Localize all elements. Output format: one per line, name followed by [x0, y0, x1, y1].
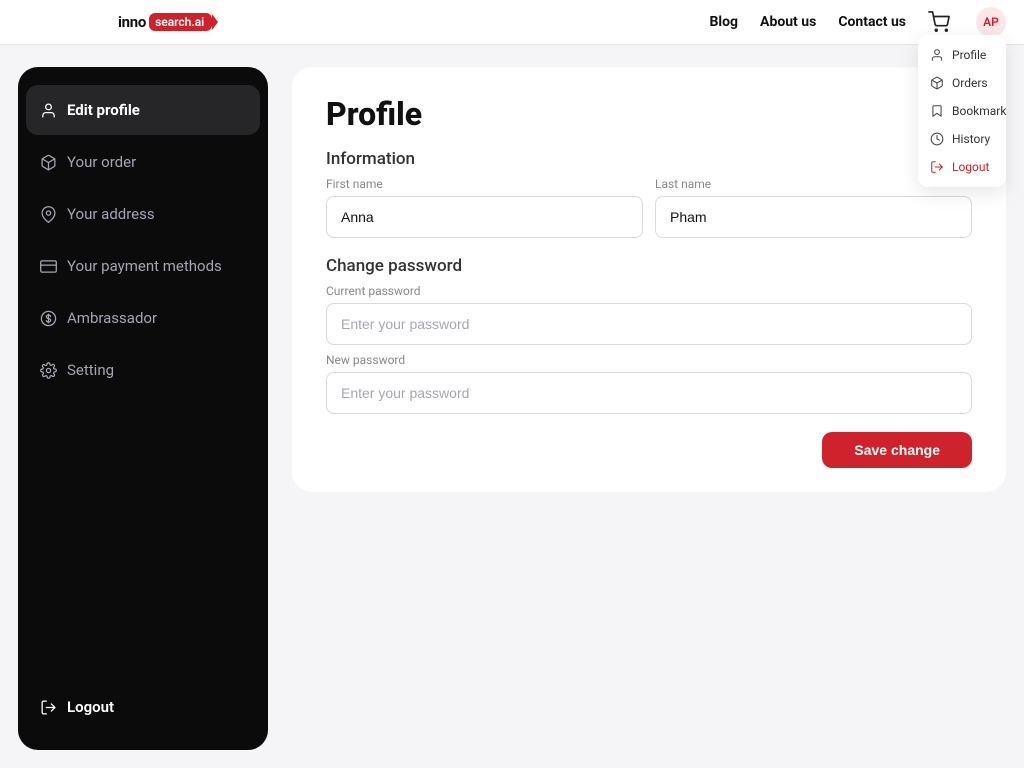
top-nav: Blog About us Contact us AP: [709, 7, 1006, 37]
section-information: Information: [326, 149, 972, 169]
dropdown-label: Profile: [952, 48, 986, 62]
dropdown-history[interactable]: History: [918, 125, 1006, 153]
dropdown-label: Logout: [952, 160, 989, 174]
sidebar-item-label: Setting: [67, 361, 114, 379]
name-row: First name Last name: [326, 177, 972, 238]
dropdown-orders[interactable]: Orders: [918, 69, 1006, 97]
sidebar-item-label: Your address: [67, 205, 155, 223]
sidebar-item-label: Logout: [67, 698, 114, 716]
sidebar-item-logout[interactable]: Logout: [26, 682, 260, 732]
new-password-input[interactable]: [326, 372, 972, 414]
page-title: Profile: [326, 95, 972, 133]
dropdown-profile[interactable]: Profile: [918, 41, 1006, 69]
nav-about[interactable]: About us: [760, 14, 816, 30]
sidebar-item-payment[interactable]: Your payment methods: [26, 241, 260, 291]
new-password-field: New password: [326, 353, 972, 414]
sidebar-item-label: Edit profile: [67, 101, 140, 119]
last-name-input[interactable]: [655, 196, 972, 238]
avatar[interactable]: AP: [976, 7, 1006, 37]
gear-icon: [40, 362, 57, 379]
dropdown-label: Bookmark: [952, 104, 1006, 118]
dropdown-label: History: [952, 132, 990, 146]
sidebar-list: Edit profile Your order Your address You…: [26, 85, 260, 395]
sidebar-item-edit-profile[interactable]: Edit profile: [26, 85, 260, 135]
nav-contact[interactable]: Contact us: [838, 14, 906, 30]
credit-card-icon: [40, 258, 57, 275]
sidebar-item-your-address[interactable]: Your address: [26, 189, 260, 239]
logo[interactable]: inno search.ai: [118, 13, 212, 31]
first-name-input[interactable]: [326, 196, 643, 238]
sidebar-item-label: Ambrassador: [67, 309, 157, 327]
dollar-icon: [40, 310, 57, 327]
save-button[interactable]: Save change: [822, 432, 972, 468]
sidebar: Edit profile Your order Your address You…: [18, 67, 268, 750]
current-password-field: Current password: [326, 284, 972, 345]
box-icon: [930, 76, 944, 90]
logo-prefix: inno: [118, 13, 146, 31]
sidebar-item-label: Your payment methods: [67, 257, 222, 275]
first-name-label: First name: [326, 177, 643, 191]
first-name-field: First name: [326, 177, 643, 238]
sidebar-item-ambassador[interactable]: Ambrassador: [26, 293, 260, 343]
bookmark-icon: [930, 104, 944, 118]
new-password-label: New password: [326, 353, 972, 367]
box-icon: [40, 154, 57, 171]
user-icon: [930, 48, 944, 62]
nav-blog[interactable]: Blog: [709, 14, 738, 30]
actions-row: Save change: [326, 432, 972, 468]
logo-badge: search.ai: [149, 13, 212, 31]
map-pin-icon: [40, 206, 57, 223]
dropdown-logout[interactable]: Logout: [918, 153, 1006, 181]
sidebar-item-label: Your order: [67, 153, 136, 171]
cart-icon[interactable]: [928, 11, 950, 33]
clock-icon: [930, 132, 944, 146]
logout-icon: [930, 160, 944, 174]
profile-card: Profile Information First name Last name…: [292, 67, 1006, 492]
user-dropdown: Profile Orders Bookmark History Logout: [918, 35, 1006, 187]
sidebar-item-your-order[interactable]: Your order: [26, 137, 260, 187]
logout-icon: [40, 699, 57, 716]
sidebar-footer: Logout: [26, 682, 260, 732]
header: inno search.ai Blog About us Contact us …: [0, 0, 1024, 45]
dropdown-label: Orders: [952, 76, 988, 90]
section-change-password: Change password: [326, 256, 972, 276]
current-password-label: Current password: [326, 284, 972, 298]
dropdown-bookmark[interactable]: Bookmark: [918, 97, 1006, 125]
current-password-input[interactable]: [326, 303, 972, 345]
main: Edit profile Your order Your address You…: [0, 45, 1024, 768]
user-icon: [40, 102, 57, 119]
sidebar-item-setting[interactable]: Setting: [26, 345, 260, 395]
